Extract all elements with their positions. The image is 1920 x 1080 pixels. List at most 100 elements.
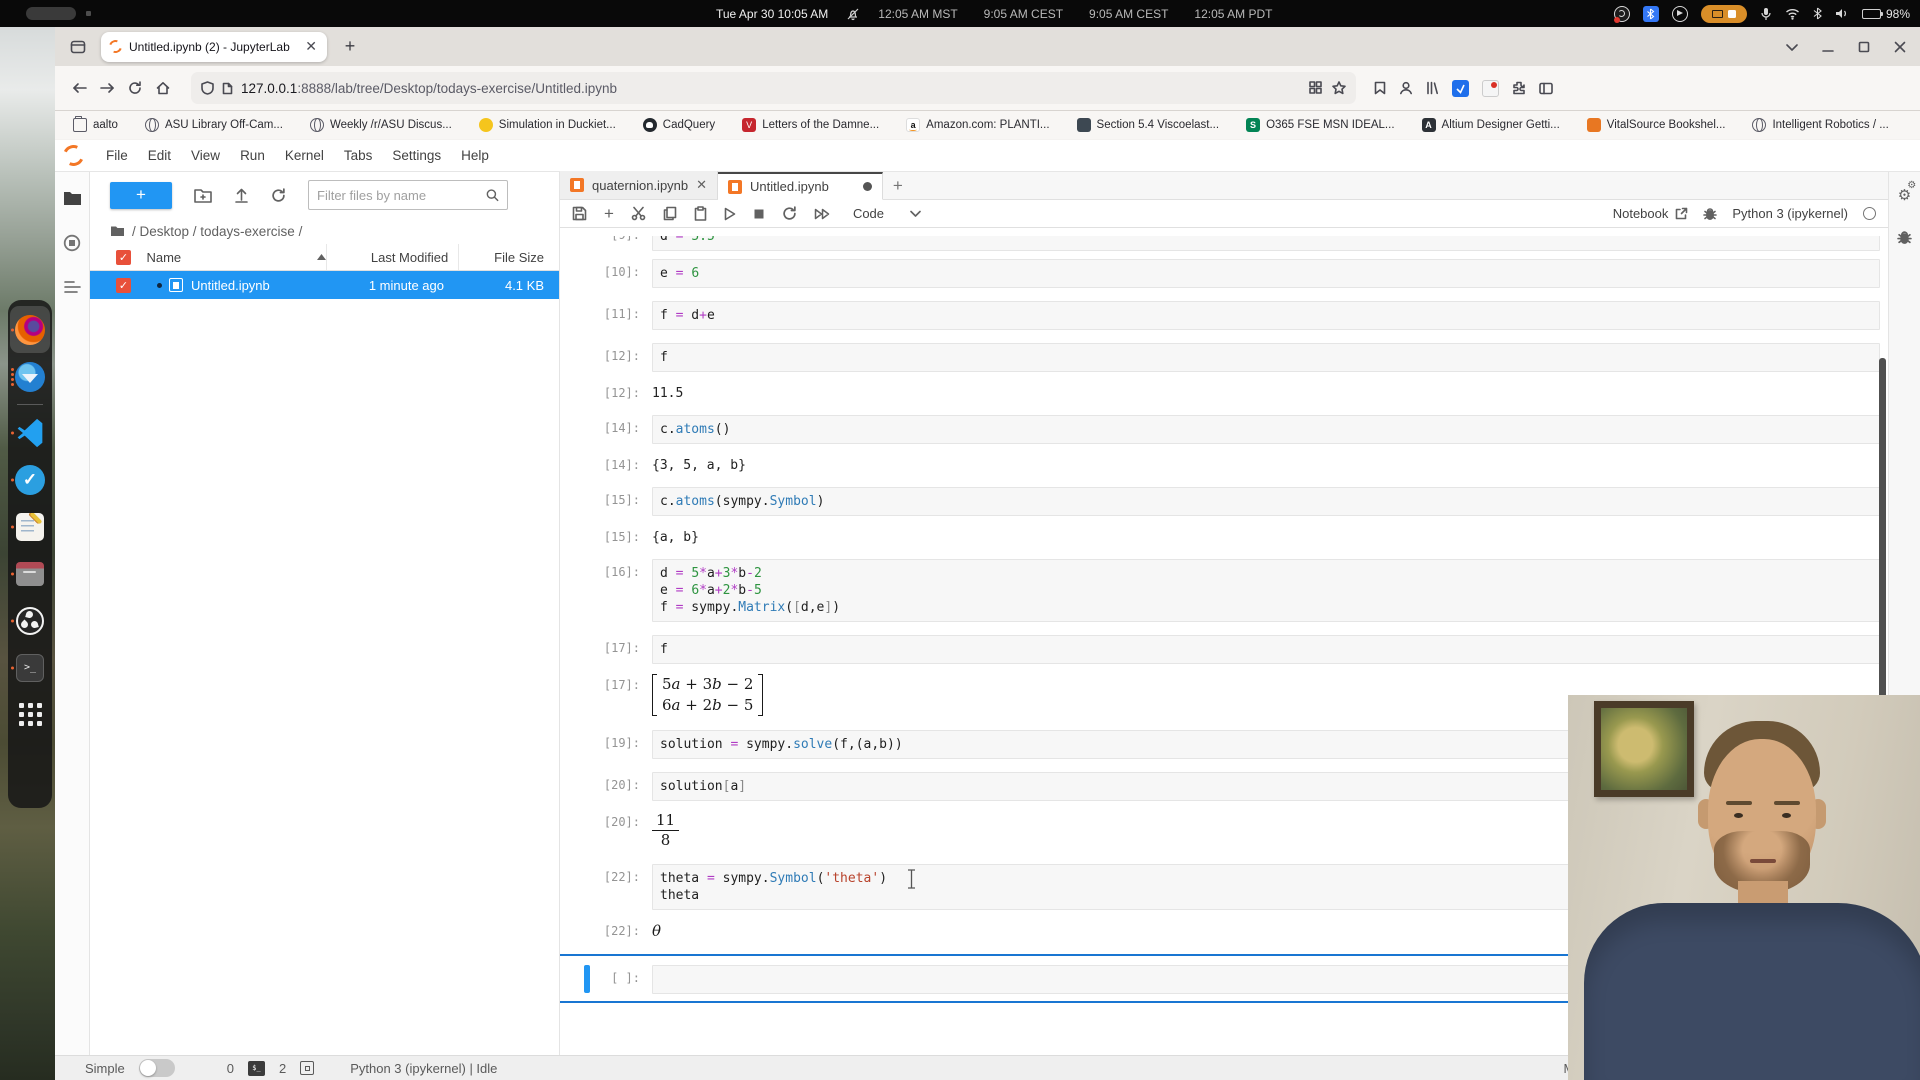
file-browser-tab-icon[interactable]: [63, 190, 82, 206]
document-tab[interactable]: Untitled.ipynb: [718, 172, 883, 200]
screen-record-indicator[interactable]: [1701, 5, 1747, 23]
bookmark-item[interactable]: aAmazon.com: PLANTI...: [906, 118, 1049, 132]
close-tab-icon[interactable]: ✕: [696, 177, 707, 193]
run-all-icon[interactable]: [814, 208, 830, 220]
open-in-new-icon[interactable]: [1675, 207, 1688, 220]
code-cell[interactable]: [15]:c.atoms(sympy.Symbol): [560, 487, 1880, 516]
activities-pill[interactable]: [26, 7, 76, 20]
cell-input[interactable]: d = 5*a+3*b-2 e = 6*a+2*b-5 f = sympy.Ma…: [652, 559, 1880, 622]
new-tab-button[interactable]: +: [337, 34, 363, 60]
cell-input[interactable]: f = d+e: [652, 301, 1880, 330]
debugger-bug-icon[interactable]: [1703, 207, 1717, 221]
table-of-contents-tab-icon[interactable]: [64, 280, 81, 294]
microphone-icon[interactable]: [1760, 7, 1772, 21]
bluetooth-device-icon[interactable]: [1643, 6, 1659, 22]
file-checkbox[interactable]: ✓: [116, 278, 131, 293]
code-cell[interactable]: [9]:d = 5.5: [560, 236, 1880, 251]
bookmark-star-icon[interactable]: [1332, 81, 1346, 95]
code-cell[interactable]: [17]:f: [560, 635, 1880, 664]
cell-input[interactable]: c.atoms(sympy.Symbol): [652, 487, 1880, 516]
back-button[interactable]: [65, 74, 93, 102]
dock-item-obs-studio[interactable]: [10, 597, 50, 644]
menu-item-edit[interactable]: Edit: [138, 148, 181, 163]
system-clock[interactable]: Tue Apr 30 10:05 AM: [716, 7, 828, 21]
property-inspector-gears-icon[interactable]: ⚙⚙: [1898, 186, 1911, 204]
paste-cells-icon[interactable]: [694, 206, 707, 221]
kernel-chip-icon[interactable]: [300, 1061, 314, 1075]
url-bar[interactable]: 127.0.0.1:8888/lab/tree/Desktop/todays-e…: [191, 72, 1356, 104]
debugger-sidebar-bug-icon[interactable]: [1897, 230, 1912, 245]
menu-item-file[interactable]: File: [96, 148, 138, 163]
battery-indicator[interactable]: 98%: [1862, 7, 1910, 21]
kernel-name-label[interactable]: Python 3 (ipykernel): [1732, 206, 1848, 221]
upload-icon[interactable]: [234, 187, 249, 203]
bookmark-item[interactable]: SO365 FSE MSN IDEAL...: [1246, 118, 1394, 132]
wifi-icon[interactable]: [1785, 7, 1800, 20]
bookmark-item[interactable]: VitalSource Bookshel...: [1587, 118, 1726, 132]
sort-ascending-icon[interactable]: [317, 254, 326, 260]
dock-item-todo-check[interactable]: ✓: [10, 456, 50, 503]
filter-files-input[interactable]: [308, 180, 508, 210]
dock-item-notes[interactable]: [10, 503, 50, 550]
terminal-status-icon[interactable]: $_: [248, 1061, 265, 1076]
window-minimize-button[interactable]: [1822, 41, 1834, 53]
home-button[interactable]: [149, 74, 177, 102]
menu-item-kernel[interactable]: Kernel: [275, 148, 334, 163]
file-row[interactable]: ✓Untitled.ipynb1 minute ago4.1 KB: [90, 271, 559, 299]
volume-icon[interactable]: [1835, 7, 1849, 20]
extension-icon-badge[interactable]: [1482, 80, 1499, 97]
menu-item-tabs[interactable]: Tabs: [334, 148, 383, 163]
run-cell-icon[interactable]: [724, 207, 736, 221]
bookmark-item[interactable]: Section 5.4 Viscoelast...: [1077, 118, 1220, 132]
code-cell[interactable]: [12]:f: [560, 343, 1880, 372]
window-maximize-button[interactable]: [1858, 41, 1870, 53]
cell-collapser-bar[interactable]: [584, 965, 590, 993]
bookmark-item[interactable]: AAltium Designer Getti...: [1422, 118, 1560, 132]
extension-icon-blue[interactable]: [1452, 80, 1469, 97]
cell-input[interactable]: e = 6: [652, 259, 1880, 288]
cell-input[interactable]: f: [652, 343, 1880, 372]
menu-item-help[interactable]: Help: [451, 148, 499, 163]
dock-item-show-apps[interactable]: [10, 691, 50, 738]
add-document-tab-button[interactable]: +: [883, 176, 913, 196]
firefox-view-icon[interactable]: [65, 34, 91, 60]
cell-input[interactable]: f: [652, 635, 1880, 664]
kernel-status-text[interactable]: Python 3 (ipykernel) | Idle: [350, 1061, 497, 1076]
dock-item-files[interactable]: [10, 550, 50, 597]
dock-item-vscode[interactable]: [10, 409, 50, 456]
sidebar-toggle-icon[interactable]: [1539, 82, 1553, 95]
interrupt-kernel-icon[interactable]: [753, 208, 765, 220]
cell-input[interactable]: c.atoms(): [652, 415, 1880, 444]
forward-button[interactable]: [93, 74, 121, 102]
menu-item-settings[interactable]: Settings: [382, 148, 451, 163]
filter-files-field[interactable]: [317, 188, 480, 203]
bookmark-item[interactable]: aalto: [73, 118, 118, 132]
new-launcher-button[interactable]: +: [110, 182, 172, 209]
page-info-icon[interactable]: [222, 82, 233, 95]
add-cell-icon[interactable]: +: [604, 204, 614, 224]
window-close-button[interactable]: [1894, 41, 1906, 53]
menu-item-view[interactable]: View: [181, 148, 230, 163]
document-tab[interactable]: quaternion.ipynb✕: [560, 171, 718, 199]
restart-kernel-icon[interactable]: [782, 206, 797, 221]
bookmark-item[interactable]: Weekly /r/ASU Discus...: [310, 118, 452, 132]
bluetooth-icon[interactable]: [1813, 7, 1822, 20]
select-all-checkbox[interactable]: ✓: [116, 250, 131, 265]
save-icon[interactable]: [572, 206, 587, 221]
extensions-puzzle-icon[interactable]: [1512, 81, 1526, 95]
obs-tray-icon[interactable]: [1614, 6, 1630, 22]
account-icon[interactable]: [1399, 81, 1413, 95]
bookmark-item[interactable]: Simulation in Duckiet...: [479, 118, 616, 132]
dock-item-thunderbird[interactable]: [10, 353, 50, 400]
dock-item-terminal[interactable]: >_: [10, 644, 50, 691]
refresh-icon[interactable]: [271, 188, 286, 203]
library-icon[interactable]: [1426, 81, 1439, 95]
code-cell[interactable]: [14]:c.atoms(): [560, 415, 1880, 444]
dock-item-firefox[interactable]: [10, 306, 50, 353]
new-folder-icon[interactable]: [194, 188, 212, 203]
pocket-save-icon[interactable]: [1374, 81, 1386, 95]
file-list-header[interactable]: ✓ Name Last Modified File Size: [90, 244, 559, 271]
code-cell[interactable]: [11]:f = d+e: [560, 301, 1880, 330]
cut-cells-icon[interactable]: [631, 206, 646, 221]
bookmark-item[interactable]: ASU Library Off-Cam...: [145, 118, 283, 132]
